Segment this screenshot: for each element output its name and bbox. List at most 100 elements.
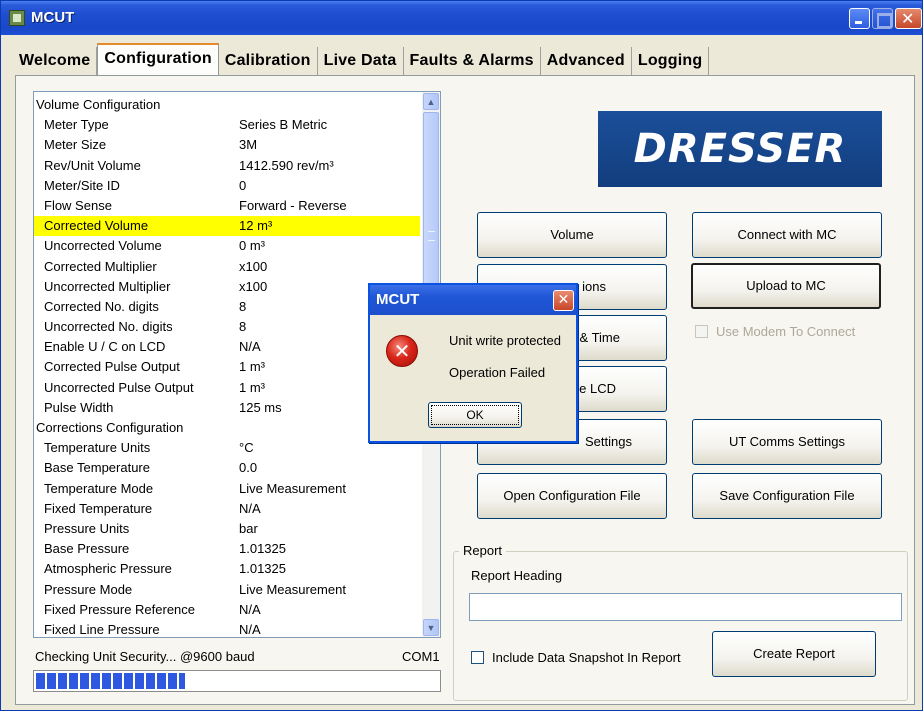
ut-comms-settings-button-label: UT Comms Settings [728,434,846,449]
maximize-button[interactable] [872,8,893,29]
tab-advanced[interactable]: Advanced [540,47,632,75]
dialog-ok-button[interactable]: OK [428,402,522,428]
list-row-name: Meter Type [44,117,109,133]
list-row[interactable]: Meter/Site ID 0 [34,176,422,196]
list-row[interactable]: Fixed Line Pressure N/A [34,620,422,637]
minimize-button[interactable] [849,8,870,29]
list-row-name: Base Temperature [44,460,150,476]
open-configuration-file-button-label: Open Configuration File [503,488,641,503]
status-text: Checking Unit Security... @9600 baud [35,649,255,664]
tab-bar: Welcome Configuration Calibration Live D… [13,43,710,75]
list-row-value: 12 m³ [239,218,273,234]
list-row[interactable]: Corrected Volume 12 m³ [34,216,420,237]
tab-calibration[interactable]: Calibration [218,47,318,75]
list-row[interactable]: Pressure Mode Live Measurement [34,580,422,600]
list-row-value: 1.01325 [239,541,286,557]
volume-button[interactable]: Volume [477,212,667,258]
report-heading-input[interactable] [469,593,902,621]
list-row-name: Uncorrected Volume [44,238,162,254]
list-row[interactable]: Temperature Mode Live Measurement [34,479,422,499]
scroll-up-icon[interactable]: ▲ [423,93,439,110]
status-port: COM1 [402,649,440,664]
list-row-name: Pressure Mode [44,581,133,597]
list-row-value: °C [239,440,254,456]
tab-live-data[interactable]: Live Data [317,47,404,75]
list-row-name: Rev/Unit Volume [44,157,141,173]
list-row-name: Uncorrected No. digits [44,319,173,335]
list-row-value: 1 m³ [239,359,265,375]
upload-to-mc-button[interactable]: Upload to MC [691,263,881,309]
list-row[interactable]: Temperature Units °C [34,438,422,458]
list-row[interactable]: Pressure Units bar [34,519,422,539]
list-row-value: N/A [239,601,261,617]
list-row-value: N/A [239,621,261,637]
list-row-name: Meter Size [44,137,107,153]
list-row[interactable]: Fixed Temperature N/A [34,499,422,519]
tab-configuration[interactable]: Configuration [97,43,219,75]
list-row-value: N/A [239,339,261,355]
list-row-name: Atmospheric Pressure [44,561,172,577]
configuration-rows: Volume Configuration Meter Type Series B M… [34,95,422,637]
progress-fill [36,673,185,689]
list-row-value: 8 [239,298,247,314]
list-row[interactable]: Meter Size 3M [34,135,422,155]
upload-to-mc-button-label: Upload to MC [746,278,826,293]
list-row-name: Corrected No. digits [44,298,159,314]
list-row-name: Pressure Units [44,520,130,536]
ut-comms-settings-button[interactable]: UT Comms Settings [692,419,882,465]
use-modem-checkbox[interactable]: Use Modem To Connect [695,324,855,340]
use-modem-checkbox-box[interactable] [695,325,708,338]
list-row[interactable]: Corrected Multiplier x100 [34,257,422,277]
scroll-down-icon[interactable]: ▼ [423,619,439,636]
connect-with-mc-button[interactable]: Connect with MC [692,212,882,258]
list-row-name: Corrections Configuration [36,420,184,435]
progress-bar [33,670,441,692]
list-row[interactable]: Uncorrected No. digits 8 [34,317,422,337]
corrections-button-label: ions [582,279,606,294]
include-snapshot-checkbox[interactable]: Include Data Snapshot In Report [471,650,681,666]
list-row[interactable]: Rev/Unit Volume 1412.590 rev/m³ [34,156,422,176]
list-row[interactable]: Uncorrected Pulse Output 1 m³ [34,378,422,398]
list-row-value: 1 m³ [239,379,265,395]
include-snapshot-checkbox-box[interactable] [471,651,484,664]
list-row[interactable]: Atmospheric Pressure 1.01325 [34,559,422,579]
list-row-value: Live Measurement [239,480,346,496]
list-row-name: Corrected Volume [44,218,149,234]
list-row-name: Corrected Pulse Output [44,359,180,375]
title-bar[interactable]: MCUT [1,1,922,35]
list-row[interactable]: Uncorrected Volume 0 m³ [34,236,422,256]
open-configuration-file-button[interactable]: Open Configuration File [477,473,667,519]
list-row[interactable]: Uncorrected Multiplier x100 [34,277,422,297]
list-row[interactable]: Fixed Pressure Reference N/A [34,600,422,620]
tab-faults-alarms[interactable]: Faults & Alarms [403,47,541,75]
list-row[interactable]: Meter Type Series B Metric [34,115,422,135]
list-row[interactable]: Corrected Pulse Output 1 m³ [34,357,422,377]
list-row[interactable]: Flow Sense Forward - Reverse [34,196,422,216]
list-row[interactable]: Pulse Width 125 ms [34,398,422,418]
close-button[interactable] [895,8,922,29]
list-row[interactable]: Base Temperature 0.0 [34,458,422,478]
save-configuration-file-button[interactable]: Save Configuration File [692,473,882,519]
list-row-name: Corrected Multiplier [44,258,157,274]
dialog-title[interactable]: MCUT [370,285,576,315]
create-report-button[interactable]: Create Report [712,631,876,677]
volume-button-label: Volume [550,227,594,242]
list-row-name: Fixed Line Pressure [44,621,160,637]
error-icon: ✕ [386,335,418,367]
tab-logging[interactable]: Logging [631,47,710,75]
list-section-header[interactable]: Volume Configuration [34,95,422,115]
dialog-close-icon[interactable]: ✕ [553,290,574,311]
tab-welcome[interactable]: Welcome [13,47,98,75]
list-section-header[interactable]: Corrections Configuration [34,418,422,438]
list-row[interactable]: Enable U / C on LCD N/A [34,337,422,357]
list-row-value: N/A [239,500,261,516]
connect-with-mc-button-label: Connect with MC [737,227,837,242]
include-snapshot-checkbox-label: Include Data Snapshot In Report [492,650,681,665]
report-group-label: Report [459,543,507,558]
list-row[interactable]: Corrected No. digits 8 [34,297,422,317]
list-row-name: Fixed Pressure Reference [44,601,196,617]
list-row-name: Flow Sense [44,197,112,213]
list-row[interactable]: Base Pressure 1.01325 [34,539,422,559]
list-row-name: Pulse Width [44,399,114,415]
list-row-value: bar [239,520,258,536]
